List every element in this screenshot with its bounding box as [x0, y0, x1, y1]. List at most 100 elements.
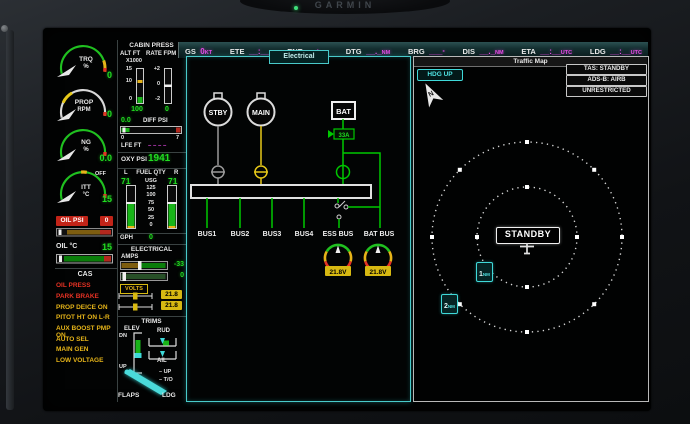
amps-stby-value: 0 — [164, 272, 184, 279]
cabin-rate-bar — [164, 68, 172, 104]
nav-value: __._ — [479, 47, 495, 56]
ng-value: 0.0 — [82, 153, 112, 163]
bat-bus-volt-gauge: 21.8V — [365, 245, 391, 276]
electrical-diagram: STBY MAIN BAT 33A BUS1 BUS2 BUS3 BUS4 ES… — [186, 56, 411, 402]
bar-pointer — [133, 293, 138, 300]
fuel-left-bar — [126, 185, 136, 229]
cabin-rate-tick: -2 — [148, 96, 160, 102]
main-label: MAIN — [252, 110, 270, 117]
oil-press-bar — [56, 228, 113, 237]
ownship-icon — [519, 243, 535, 256]
rud-trim-scale — [148, 336, 178, 348]
bat-amps-value: 33A — [338, 133, 350, 139]
fuel-tick: 75 — [140, 200, 162, 206]
oil-temp-label: OIL °C — [56, 243, 77, 250]
fuel-title: FUEL QTY — [134, 170, 168, 176]
bus-label: ESS BUS — [323, 231, 354, 238]
cabin-diff-bar — [120, 126, 182, 134]
cabin-rate-label: RATE FPM — [146, 51, 176, 57]
elec-title: ELECTRICAL — [117, 246, 186, 253]
itt-label: ITT — [66, 184, 106, 191]
nav-value: __:__ — [540, 47, 560, 56]
bar-pointer — [167, 202, 177, 204]
ess-bus-volt-gauge: 21.8V — [325, 245, 351, 276]
ail-label: AIL — [157, 358, 167, 364]
elev-dn-label: DN — [119, 333, 127, 339]
amps-main-bar — [120, 261, 168, 270]
amps-main-value: -33 — [164, 261, 184, 268]
cabin-rate-tick: 0 — [148, 81, 160, 87]
nav-value: __:__ — [249, 47, 269, 56]
itt-value: 15 — [86, 194, 112, 204]
fuel-tick: 50 — [140, 207, 162, 213]
cas-title: CAS — [56, 271, 114, 278]
lfe-label: LFE FT — [121, 143, 141, 149]
fuel-tick: 0 — [140, 222, 162, 228]
trim-pointer — [135, 353, 142, 358]
oxy-value: 1941 — [148, 153, 170, 164]
divider — [55, 268, 117, 269]
bat-volts-value: 21.8V — [370, 269, 388, 276]
oxy-label: OXY PSI — [121, 156, 147, 163]
bezel-screw-icon — [1, 25, 8, 32]
cas-message: AUTO SEL — [56, 336, 118, 343]
prop-gauge-arc — [56, 84, 114, 128]
oil-temp-bar — [56, 254, 113, 264]
cas-message: PARK BRAKE — [56, 293, 118, 300]
volts-value-1: 21.8 — [161, 290, 182, 299]
cabin-alt-tick: 10 — [118, 78, 132, 84]
nav-value: __._ — [366, 47, 382, 56]
nav-label: BRG — [408, 47, 425, 56]
fuel-tick: 100 — [140, 192, 162, 198]
trq-label: TRQ — [66, 56, 106, 63]
cabin-diff-value: 0.0 — [121, 117, 131, 124]
bar-pointer — [126, 202, 136, 204]
cas-message: MAIN GEN — [56, 346, 118, 353]
nav-label: ETE — [230, 47, 245, 56]
bar-pointer — [123, 128, 126, 133]
inner-ring-label: 1NM — [476, 262, 493, 282]
prop-value: 0 — [86, 109, 112, 119]
flaps-to-label: – T/O — [159, 377, 173, 383]
cas-message: LOW VOLTAGE — [56, 357, 118, 364]
cabin-diff-max: 7 — [176, 135, 179, 141]
cockpit-display-photo: { "bezel": {"logo_text": "GARMIN"}, "nav… — [0, 0, 690, 424]
cas-message: PROP DEICE ON — [56, 304, 118, 311]
itt-mode: OFF — [95, 171, 106, 177]
cabin-diff-min: 0 — [121, 135, 124, 141]
rud-label: RUD — [157, 328, 170, 334]
bus-label: BUS1 — [198, 231, 217, 238]
cabin-alt-label: ALT FT — [120, 51, 140, 57]
bar-pointer — [164, 85, 172, 88]
divider — [117, 316, 186, 317]
divider — [117, 168, 186, 169]
bus-label: BUS4 — [295, 231, 314, 238]
volts-scales — [117, 292, 161, 312]
volts-value-2: 21.8 — [161, 301, 182, 310]
nav-label: DTG — [346, 47, 362, 56]
ring-unit: NM — [483, 272, 490, 277]
lfe-value: – – – – — [148, 143, 166, 149]
cas-message: PITOT HT ON L-R — [56, 314, 118, 321]
divider — [117, 244, 186, 245]
bat-label: BAT — [336, 107, 351, 116]
oil-press-label: OIL PSI — [56, 216, 88, 226]
cabin-rate-tick: +2 — [148, 66, 160, 72]
amps-label: AMPS — [121, 254, 138, 260]
oil-temp-value: 15 — [86, 242, 112, 252]
flaps-label: FLAPS — [118, 392, 139, 399]
trq-value: 0 — [86, 70, 112, 80]
trim-pointer — [160, 351, 165, 357]
nav-label: DIS — [462, 47, 475, 56]
cas-message: OIL PRESS — [56, 282, 118, 289]
bus-bar — [191, 185, 371, 198]
fuel-right-bar — [167, 185, 177, 229]
bar-pointer — [123, 272, 127, 281]
current-flow-arrow-icon — [328, 130, 334, 138]
bus-label: BAT BUS — [364, 231, 395, 238]
nav-value: ___ — [429, 47, 442, 56]
bus-label: BUS3 — [263, 231, 282, 238]
fuel-tick: 125 — [140, 185, 162, 191]
cabin-alt-bar — [136, 68, 144, 104]
cabin-diff-label: DIFF PSI — [143, 118, 168, 124]
